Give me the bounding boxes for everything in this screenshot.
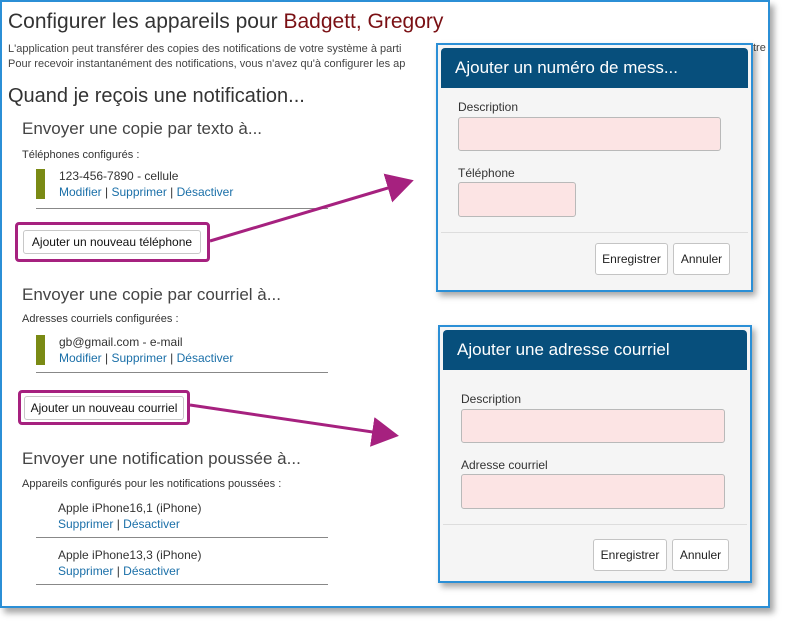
callout-arrows bbox=[189, 173, 414, 447]
arrow-to-phone-modal bbox=[209, 173, 414, 243]
main-window: Configurer les appareils pour Badgett, G… bbox=[0, 0, 770, 608]
arrow-to-email-modal bbox=[189, 403, 399, 447]
